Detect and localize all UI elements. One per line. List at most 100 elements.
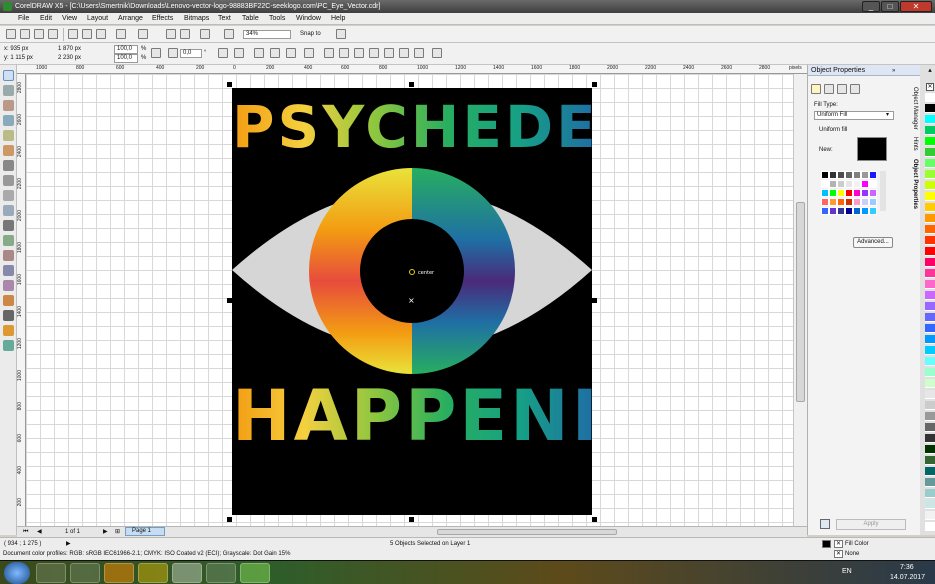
palette-scroll-up-icon[interactable]: ▴ — [926, 67, 934, 75]
clock-time[interactable]: 7:36 — [900, 564, 914, 571]
open-icon[interactable] — [20, 29, 30, 39]
fill-swatch[interactable] — [829, 189, 837, 197]
fill-swatch[interactable] — [853, 171, 861, 179]
export-icon[interactable] — [180, 29, 190, 39]
palette-swatch[interactable] — [925, 511, 935, 520]
palette-swatch[interactable] — [925, 423, 935, 432]
trim-icon[interactable] — [339, 48, 349, 58]
palette-swatch[interactable] — [925, 214, 935, 223]
add-page-icon[interactable]: ⊞ — [115, 528, 120, 536]
blend-tool-icon[interactable] — [3, 280, 14, 291]
dropdown-arrow-icon[interactable]: ▾ — [886, 111, 889, 119]
redo-icon[interactable] — [138, 29, 148, 39]
clock-date[interactable]: 14.07.2017 — [890, 574, 925, 581]
smart-fill-tool-icon[interactable] — [3, 145, 14, 156]
menu-effects[interactable]: Effects — [152, 14, 173, 24]
selection-handle-tc[interactable] — [409, 82, 414, 87]
palette-swatch[interactable] — [925, 291, 935, 300]
text-tool-icon[interactable] — [3, 220, 14, 231]
fill-swatch[interactable] — [821, 207, 829, 215]
rotation-angle-field[interactable]: 0,0 — [180, 49, 202, 58]
maximize-button[interactable]: □ — [881, 1, 899, 12]
eyedropper-tool-icon[interactable] — [3, 295, 14, 306]
palette-swatch[interactable] — [925, 522, 935, 531]
create-boundary-icon[interactable] — [414, 48, 424, 58]
freehand-tool-icon[interactable] — [3, 130, 14, 141]
fill-type-select[interactable]: Uniform Fill — [814, 111, 894, 120]
taskbar-app-4-icon[interactable] — [138, 563, 168, 583]
palette-swatch[interactable] — [925, 104, 935, 113]
palette-swatch[interactable] — [925, 258, 935, 267]
fill-swatch[interactable] — [821, 171, 829, 179]
color-swatch-grid[interactable] — [821, 171, 885, 219]
palette-swatch[interactable] — [925, 115, 935, 124]
palette-swatch[interactable] — [925, 203, 935, 212]
ellipse-tool-icon[interactable] — [3, 175, 14, 186]
side-tab-object-properties[interactable]: Object Properties — [912, 159, 918, 209]
minimize-button[interactable]: _ — [862, 1, 880, 12]
palette-swatch[interactable] — [925, 170, 935, 179]
drawing-canvas[interactable]: PSYCHEDELIC HAPPENING — [26, 74, 793, 526]
palette-swatch[interactable] — [925, 280, 935, 289]
vertical-scrollbar[interactable] — [793, 74, 807, 526]
palette-swatch[interactable] — [925, 456, 935, 465]
pick-tool-icon[interactable] — [3, 70, 14, 81]
fill-swatch[interactable] — [861, 189, 869, 197]
fill-swatch[interactable] — [821, 180, 829, 188]
fill-swatch[interactable] — [845, 180, 853, 188]
palette-swatch[interactable] — [925, 368, 935, 377]
fill-swatch[interactable] — [837, 180, 845, 188]
palette-swatch[interactable] — [925, 247, 935, 256]
taskbar-app-2-icon[interactable] — [70, 563, 100, 583]
menu-layout[interactable]: Layout — [87, 14, 108, 24]
fill-swatch[interactable] — [869, 198, 877, 206]
side-tab-object-manager[interactable]: Object Manager — [912, 87, 918, 130]
fill-swatch[interactable] — [845, 171, 853, 179]
paste-icon[interactable] — [96, 29, 106, 39]
outline-tool-icon[interactable] — [3, 310, 14, 321]
front-minus-back-icon[interactable] — [384, 48, 394, 58]
fill-swatch[interactable] — [845, 198, 853, 206]
side-tab-hints[interactable]: Hints — [912, 137, 918, 151]
intersect-icon[interactable] — [354, 48, 364, 58]
fill-swatch[interactable] — [845, 207, 853, 215]
fill-swatch[interactable] — [837, 171, 845, 179]
simplify-icon[interactable] — [369, 48, 379, 58]
table-tool-icon[interactable] — [3, 235, 14, 246]
selection-handle-tr[interactable] — [592, 82, 597, 87]
crop-tool-icon[interactable] — [3, 100, 14, 111]
rotate-icon[interactable] — [168, 48, 178, 58]
menu-bitmaps[interactable]: Bitmaps — [184, 14, 209, 24]
fill-swatch[interactable] — [837, 207, 845, 215]
x-position-field[interactable]: x: 935 px — [4, 45, 28, 53]
menu-table[interactable]: Table — [242, 14, 259, 24]
fill-swatch[interactable] — [837, 189, 845, 197]
menu-file[interactable]: File — [18, 14, 29, 24]
menu-edit[interactable]: Edit — [40, 14, 52, 24]
back-minus-front-icon[interactable] — [399, 48, 409, 58]
scrollbar-thumb[interactable] — [796, 202, 805, 402]
cut-icon[interactable] — [68, 29, 78, 39]
scale-x-field[interactable]: 100,0 — [114, 45, 138, 54]
fill-swatch[interactable] — [861, 180, 869, 188]
print-icon[interactable] — [48, 29, 58, 39]
height-field[interactable]: 2 230 px — [58, 54, 81, 62]
fill-swatch[interactable] — [861, 171, 869, 179]
fill-color-indicator[interactable] — [822, 540, 831, 548]
taskbar-app-6-icon[interactable] — [206, 563, 236, 583]
palette-swatch[interactable] — [925, 390, 935, 399]
palette-swatch[interactable] — [925, 445, 935, 454]
swatch-scroll[interactable] — [880, 171, 886, 211]
transparency-tab-icon[interactable] — [837, 84, 847, 94]
menu-view[interactable]: View — [62, 14, 77, 24]
menu-window[interactable]: Window — [296, 14, 321, 24]
lock-ratio-icon[interactable] — [151, 48, 161, 58]
palette-swatch[interactable] — [925, 236, 935, 245]
palette-swatch[interactable] — [925, 93, 935, 102]
palette-swatch[interactable] — [925, 335, 935, 344]
ungroup-icon[interactable] — [270, 48, 280, 58]
palette-swatch[interactable] — [925, 192, 935, 201]
options-icon[interactable] — [336, 29, 346, 39]
palette-swatch[interactable] — [925, 269, 935, 278]
first-page-icon[interactable]: ⏮ — [23, 528, 28, 536]
